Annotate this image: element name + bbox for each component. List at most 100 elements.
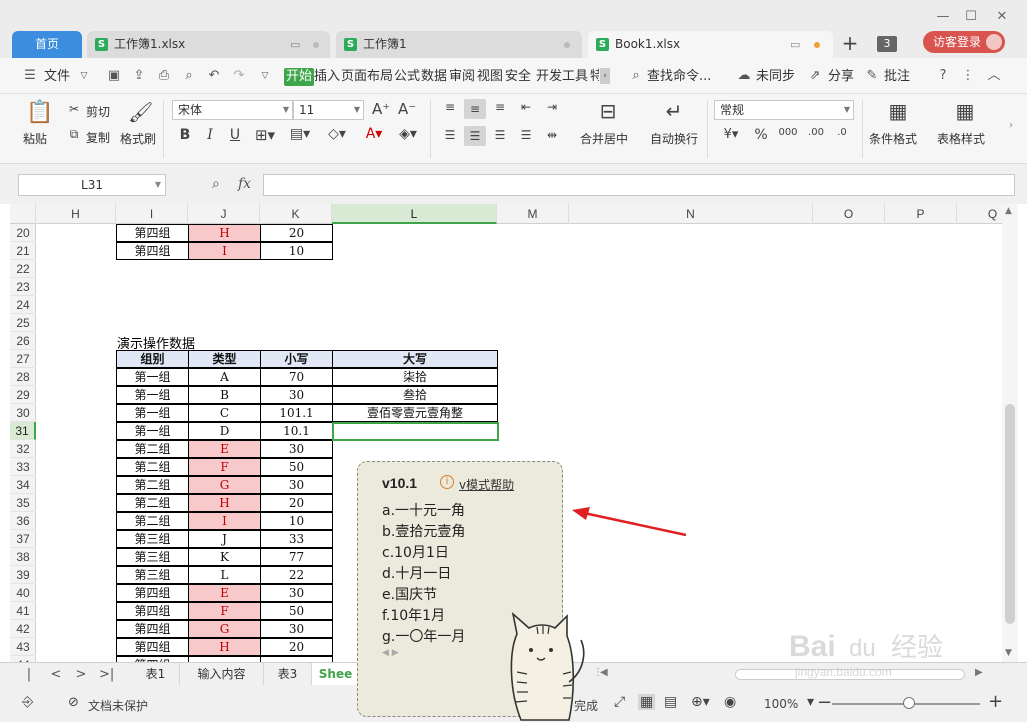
group-cell[interactable]: 第三组 (116, 530, 189, 548)
type-cell[interactable]: F (188, 602, 261, 620)
group-cell[interactable]: 第三组 (116, 566, 189, 584)
type-cell[interactable]: F (188, 458, 261, 476)
zoom-level[interactable]: 100% (764, 697, 798, 711)
name-box[interactable]: L31 ▼ (18, 174, 166, 196)
export-icon[interactable]: ⇪ (131, 68, 147, 84)
amount-cell[interactable]: 30 (260, 440, 333, 458)
align-center-icon[interactable]: ☰ (464, 126, 486, 146)
column-header-selected[interactable]: L (332, 204, 497, 224)
amount-cell[interactable]: 50 (260, 602, 333, 620)
row-header[interactable]: 42 (10, 620, 36, 638)
decrease-decimal-icon[interactable]: .0 (832, 127, 852, 138)
new-tab-button[interactable]: + (840, 33, 860, 55)
format-painter-icon[interactable]: 🖌 (128, 100, 153, 124)
column-header[interactable]: Q (957, 204, 1002, 224)
prev-sheet-icon[interactable]: < (49, 667, 63, 683)
amount-cell[interactable]: 10.1 (260, 422, 333, 440)
ime-candidate[interactable]: f.10年1月 (382, 605, 445, 625)
merge-center-icon[interactable]: ⊟ (596, 99, 620, 123)
scroll-down-icon[interactable]: ▼ (1005, 648, 1012, 658)
justify-icon[interactable]: ☰ (517, 128, 535, 142)
row-header[interactable]: 40 (10, 584, 36, 602)
group-cell[interactable]: 第一组 (116, 404, 189, 422)
group-cell[interactable]: 第四组 (116, 620, 189, 638)
menu-tab-view[interactable]: 视图 (477, 68, 503, 86)
sheet-tab[interactable]: 表1 (132, 663, 180, 685)
border-icon[interactable]: ⊞▾ (253, 126, 277, 144)
sheet-tab-active[interactable]: Shee (312, 663, 360, 685)
underline-icon[interactable]: U (227, 127, 243, 143)
vertical-scroll-thumb[interactable] (1005, 404, 1015, 624)
tab-home[interactable]: 首页 (12, 31, 82, 58)
table-header-cell[interactable]: 大写 (332, 350, 498, 368)
row-header[interactable]: 35 (10, 494, 36, 512)
group-cell[interactable]: 第一组 (116, 422, 189, 440)
macro-icon[interactable]: ⎆ (22, 694, 33, 710)
group-cell[interactable]: 第四组 (116, 638, 189, 656)
first-sheet-icon[interactable]: |< (22, 667, 36, 698)
amount-cell[interactable]: 30 (260, 620, 333, 638)
align-top-icon[interactable]: ≡ (441, 100, 459, 114)
row-header[interactable]: 33 (10, 458, 36, 476)
type-cell[interactable]: K (188, 548, 261, 566)
increase-indent-icon[interactable]: ⇥ (543, 100, 561, 114)
type-cell[interactable]: D (188, 422, 261, 440)
v-mode-help-link[interactable]: v模式帮助 (459, 476, 514, 493)
italic-icon[interactable]: I (202, 127, 218, 143)
amount-cell[interactable]: 10 (260, 512, 333, 530)
currency-icon[interactable]: ¥▾ (718, 127, 744, 142)
amount-cell[interactable]: 20 (260, 638, 333, 656)
scroll-left-icon[interactable]: ◀ (600, 667, 608, 678)
fill-color-icon[interactable]: ◇▾ (325, 126, 349, 142)
group-cell[interactable]: 第二组 (116, 512, 189, 530)
cell-style-icon[interactable]: ▤▾ (288, 126, 312, 142)
amount-cell[interactable]: 101.1 (260, 404, 333, 422)
menu-file[interactable]: 文件 (44, 68, 70, 86)
hamburger-menu-icon[interactable]: ☰ (22, 68, 38, 84)
row-header[interactable]: 27 (10, 350, 36, 368)
menu-tab-security[interactable]: 安全 (505, 68, 531, 86)
fx-icon[interactable]: fx (238, 176, 251, 192)
row-header[interactable]: 23 (10, 278, 36, 296)
group-cell[interactable]: 第一组 (116, 368, 189, 386)
comment-button[interactable]: 批注 (884, 68, 910, 86)
row-header[interactable]: 38 (10, 548, 36, 566)
row-header[interactable]: 20 (10, 224, 36, 242)
amount-cell[interactable]: 20 (260, 494, 333, 512)
tab-workbook1-xlsx[interactable]: S 工作簿1.xlsx ▭ (87, 31, 330, 58)
page-break-view-icon[interactable]: ▤ (664, 694, 677, 710)
amount-cell[interactable]: 77 (260, 548, 333, 566)
group-cell[interactable]: 第四组 (116, 584, 189, 602)
ime-candidate[interactable]: d.十月一日 (382, 563, 451, 583)
caption-cell[interactable]: 演示操作数据 (117, 333, 195, 352)
group-cell[interactable]: 第四组 (116, 224, 189, 242)
row-header[interactable]: 26 (10, 332, 36, 350)
row-header[interactable]: 34 (10, 476, 36, 494)
column-header[interactable]: P (885, 204, 957, 224)
ime-candidate[interactable]: b.壹拾元壹角 (382, 521, 465, 541)
decrease-font-icon[interactable]: A⁻ (398, 100, 416, 118)
zoom-out-icon[interactable]: − (817, 692, 832, 713)
close-window-button[interactable]: ✕ (994, 10, 1010, 24)
conditional-format-icon[interactable]: ▦ (886, 99, 910, 123)
paste-button[interactable]: 粘贴 (23, 130, 47, 147)
amount-cell[interactable]: 70 (260, 368, 333, 386)
align-right-icon[interactable]: ☰ (491, 128, 509, 142)
protect-status[interactable]: 文档未保护 (88, 697, 148, 714)
type-cell[interactable]: E (188, 440, 261, 458)
zoom-in-icon[interactable]: + (988, 691, 1003, 712)
row-header[interactable]: 39 (10, 566, 36, 584)
menu-tab-formula[interactable]: 公式 (394, 68, 420, 86)
chinese-amount-cell[interactable]: 柒拾 (332, 368, 498, 386)
group-cell[interactable]: 第二组 (116, 458, 189, 476)
row-header[interactable]: 29 (10, 386, 36, 404)
amount-cell[interactable]: 50 (260, 458, 333, 476)
type-cell[interactable]: B (188, 386, 261, 404)
eye-protection-icon[interactable]: ◉ (724, 694, 736, 710)
more-options-icon[interactable]: ⋮ (960, 68, 976, 84)
share-button[interactable]: 分享 (828, 68, 854, 86)
normal-view-icon[interactable]: ▦ (638, 694, 656, 710)
amount-cell[interactable]: 30 (260, 476, 333, 494)
column-header[interactable]: H (36, 204, 116, 224)
amount-cell[interactable]: 30 (260, 584, 333, 602)
